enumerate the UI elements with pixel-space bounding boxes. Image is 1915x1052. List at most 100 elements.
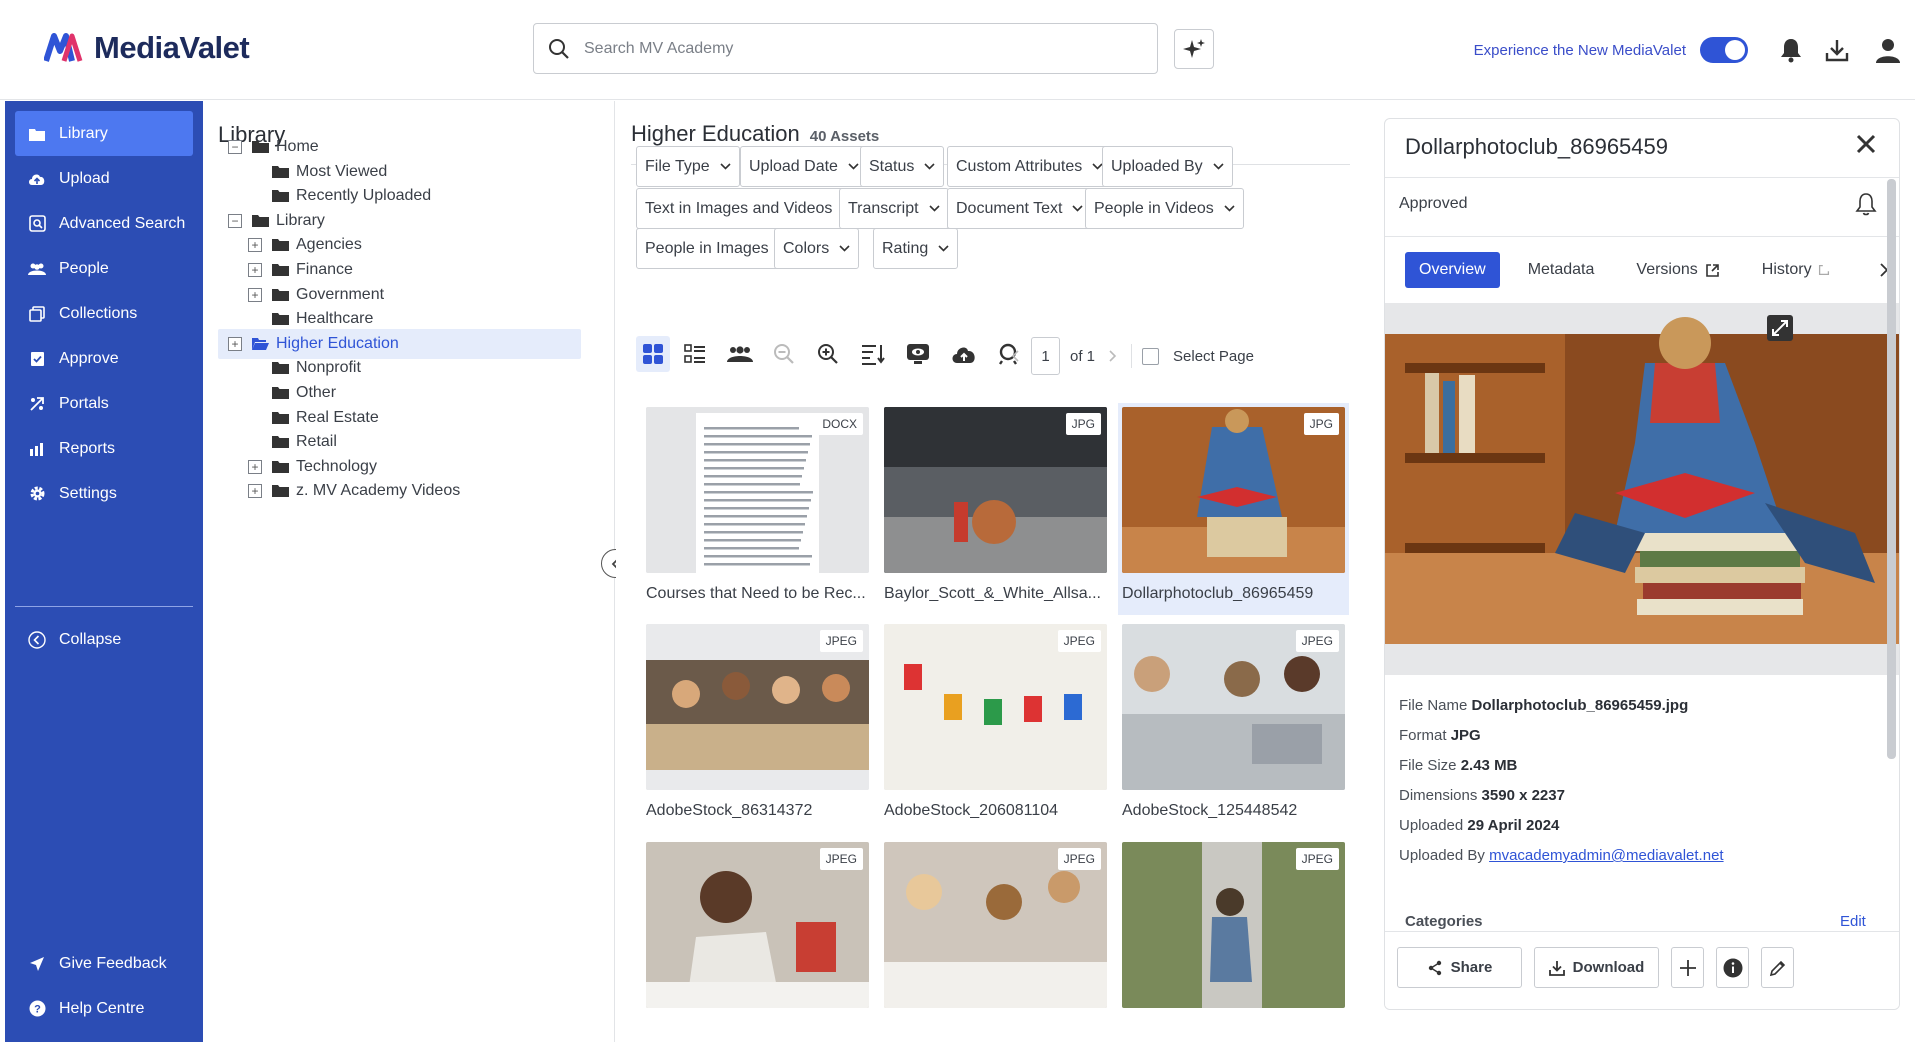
select-page-label: Select Page — [1173, 347, 1254, 365]
asset-card[interactable]: DOCX Courses that Need to be Rec... — [646, 407, 869, 617]
grid-view-button[interactable] — [636, 336, 670, 372]
asset-card[interactable]: JPEG — [884, 842, 1107, 1052]
expand-node-icon[interactable]: + — [248, 459, 262, 474]
sidebar-item-people[interactable]: People — [15, 246, 193, 291]
asset-card[interactable]: JPEG — [1122, 842, 1345, 1052]
tab-history[interactable]: History — [1748, 252, 1830, 288]
asset-thumbnail[interactable]: JPG — [884, 407, 1107, 573]
asset-preview[interactable] — [1385, 303, 1899, 675]
sidebar-item-library[interactable]: Library — [15, 111, 193, 156]
asset-name: Baylor_Scott_&_White_Allsa... — [884, 585, 1101, 602]
sidebar-item-approve[interactable]: Approve — [15, 336, 193, 381]
collapse-node-icon[interactable]: − — [228, 213, 242, 228]
asset-thumbnail[interactable]: JPEG — [884, 842, 1107, 1008]
filter-document-text-dropdown[interactable]: Document Text — [947, 188, 1093, 229]
detail-scrollbar[interactable] — [1887, 179, 1896, 759]
asset-card[interactable]: JPEG — [646, 842, 869, 1052]
filter-text-in-images-dropdown[interactable]: Text in Images and Videos — [636, 188, 863, 229]
filter-upload-date-dropdown[interactable]: Upload Date — [740, 146, 868, 187]
filter-custom-attributes-dropdown[interactable]: Custom Attributes — [947, 146, 1113, 187]
experience-new-label[interactable]: Experience the New MediaValet — [1474, 42, 1686, 59]
filter-label: Custom Attributes — [956, 157, 1083, 175]
tab-metadata[interactable]: Metadata — [1514, 252, 1609, 288]
sidebar-item-label: Settings — [59, 484, 117, 502]
filter-file-type-dropdown[interactable]: File Type — [636, 146, 740, 187]
filter-people-in-videos-dropdown[interactable]: People in Videos — [1085, 188, 1244, 229]
mediavalet-logo[interactable]: MediaValet — [44, 30, 250, 66]
expand-icon[interactable] — [1767, 315, 1793, 341]
asset-card[interactable]: JPEG AdobeStock_125448542 — [1122, 624, 1345, 834]
collapse-node-icon[interactable]: − — [228, 140, 242, 154]
folder-icon — [272, 189, 289, 203]
people-view-button[interactable] — [725, 336, 755, 372]
preview-button[interactable] — [903, 336, 933, 372]
sidebar-item-advanced-search[interactable]: Advanced Search — [15, 201, 193, 246]
asset-card[interactable]: JPG Dollarphotoclub_86965459 — [1118, 403, 1349, 615]
list-view-button[interactable] — [680, 336, 710, 372]
add-to-collection-button[interactable] — [1671, 947, 1704, 988]
sidebar-item-collections[interactable]: Collections — [15, 291, 193, 336]
asset-thumbnail[interactable]: JPEG — [646, 624, 869, 790]
bell-outline-icon[interactable] — [1855, 192, 1877, 216]
tree-item-label: Nonprofit — [296, 359, 361, 377]
info-button[interactable] — [1716, 947, 1749, 988]
asset-thumbnail[interactable]: JPEG — [1122, 624, 1345, 790]
asset-name: Dollarphotoclub_86965459 — [1122, 585, 1314, 602]
share-button[interactable]: Share — [1397, 947, 1522, 988]
search-input[interactable] — [584, 24, 1157, 73]
downloads-icon[interactable] — [1814, 38, 1860, 62]
sidebar-give-feedback[interactable]: Give Feedback — [15, 941, 193, 986]
tree-item[interactable]: + z. MV Academy Videos — [248, 476, 460, 506]
expand-node-icon[interactable]: + — [248, 238, 262, 253]
edit-button[interactable] — [1761, 947, 1794, 988]
page-number-input[interactable]: 1 — [1031, 337, 1060, 375]
chevron-left-icon[interactable] — [1011, 349, 1021, 363]
sidebar-collapse-button[interactable]: Collapse — [15, 617, 193, 662]
expand-node-icon[interactable]: + — [248, 263, 262, 277]
meta-label: File Size — [1399, 757, 1457, 774]
expand-node-icon[interactable]: + — [228, 336, 242, 351]
sidebar-item-reports[interactable]: Reports — [15, 426, 193, 471]
asset-thumbnail[interactable]: JPEG — [646, 842, 869, 1008]
sort-button[interactable] — [858, 336, 888, 372]
user-account-icon[interactable] — [1860, 37, 1915, 63]
filter-transcript-dropdown[interactable]: Transcript — [839, 188, 949, 229]
filter-colors-dropdown[interactable]: Colors — [774, 228, 860, 269]
search-icon[interactable] — [534, 38, 584, 60]
ai-search-button[interactable] — [1174, 29, 1214, 69]
uploader-email-link[interactable]: mvacademyadmin@mediavalet.net — [1489, 847, 1724, 864]
filter-uploaded-by-dropdown[interactable]: Uploaded By — [1102, 146, 1233, 187]
expand-node-icon[interactable]: + — [248, 484, 262, 499]
sidebar-item-portals[interactable]: Portals — [15, 381, 193, 426]
chevron-right-icon[interactable] — [1107, 349, 1117, 363]
filter-rating-dropdown[interactable]: Rating — [873, 228, 959, 269]
chevron-down-icon — [720, 163, 731, 170]
asset-card[interactable]: JPEG AdobeStock_206081104 — [884, 624, 1107, 834]
close-icon[interactable] — [1855, 133, 1877, 155]
sidebar-item-upload[interactable]: Upload — [15, 156, 193, 201]
asset-card[interactable]: JPEG AdobeStock_86314372 — [646, 624, 869, 834]
filter-label: Text in Images and Videos — [645, 199, 833, 217]
notifications-bell-icon[interactable] — [1768, 37, 1814, 63]
zoom-out-button[interactable] — [770, 336, 798, 372]
tab-overview[interactable]: Overview — [1405, 252, 1500, 288]
pagination: 1 of 1 Select Page — [1011, 337, 1254, 375]
edit-categories-link[interactable]: Edit — [1840, 913, 1866, 930]
zoom-in-button[interactable] — [814, 336, 842, 372]
asset-thumbnail[interactable]: DOCX — [646, 407, 869, 573]
sidebar-item-settings[interactable]: Settings — [15, 471, 193, 516]
folder-icon — [272, 165, 289, 179]
download-button[interactable]: Download — [1534, 947, 1659, 988]
filter-status-dropdown[interactable]: Status — [860, 146, 945, 187]
experience-toggle[interactable] — [1700, 37, 1748, 63]
asset-thumbnail[interactable]: JPG — [1122, 407, 1345, 573]
asset-thumbnail[interactable]: JPEG — [1122, 842, 1345, 1008]
asset-card[interactable]: JPG Baylor_Scott_&_White_Allsa... — [884, 407, 1107, 617]
meta-value: 3590 x 2237 — [1481, 787, 1565, 804]
select-page-checkbox[interactable] — [1142, 347, 1160, 365]
tab-versions[interactable]: Versions — [1622, 252, 1733, 288]
upload-button[interactable] — [949, 336, 979, 372]
expand-node-icon[interactable]: + — [248, 287, 262, 302]
asset-thumbnail[interactable]: JPEG — [884, 624, 1107, 790]
sidebar-help-centre[interactable]: ? Help Centre — [15, 986, 193, 1031]
